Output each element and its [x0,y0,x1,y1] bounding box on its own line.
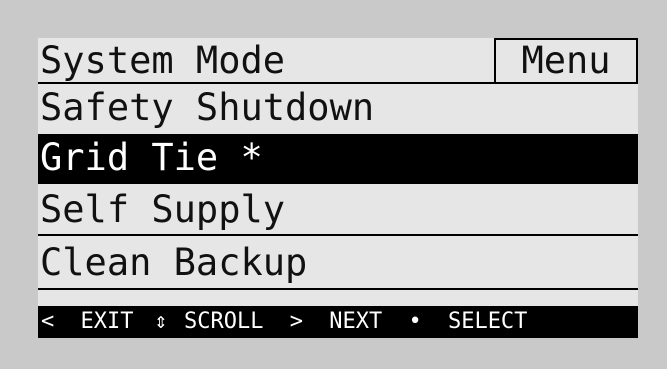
scroll-key-label[interactable]: SCROLL [184,306,263,338]
lcd-screen: System Mode Menu Safety Shutdown Grid Ti… [38,38,638,338]
menu-item-grid-tie-selected[interactable]: Grid Tie * [38,134,638,184]
updown-arrow-icon: ⇕ [154,309,168,334]
next-arrow-icon: > [289,309,303,334]
select-dot-icon: • [408,309,422,334]
exit-arrow-icon: < [41,309,55,334]
next-key-label[interactable]: NEXT [329,306,382,338]
select-key-label[interactable]: SELECT [448,306,527,338]
page-title: System Mode [38,38,494,84]
exit-key-label[interactable]: EXIT [81,306,134,338]
menu-item-self-supply[interactable]: Self Supply [38,184,638,236]
menu-item-safety-shutdown[interactable]: Safety Shutdown [38,84,638,134]
menu-item-clean-backup[interactable]: Clean Backup [38,238,638,290]
menu-tab[interactable]: Menu [494,38,638,84]
softkey-bar: < EXIT ⇕ SCROLL > NEXT • SELECT [38,306,638,338]
